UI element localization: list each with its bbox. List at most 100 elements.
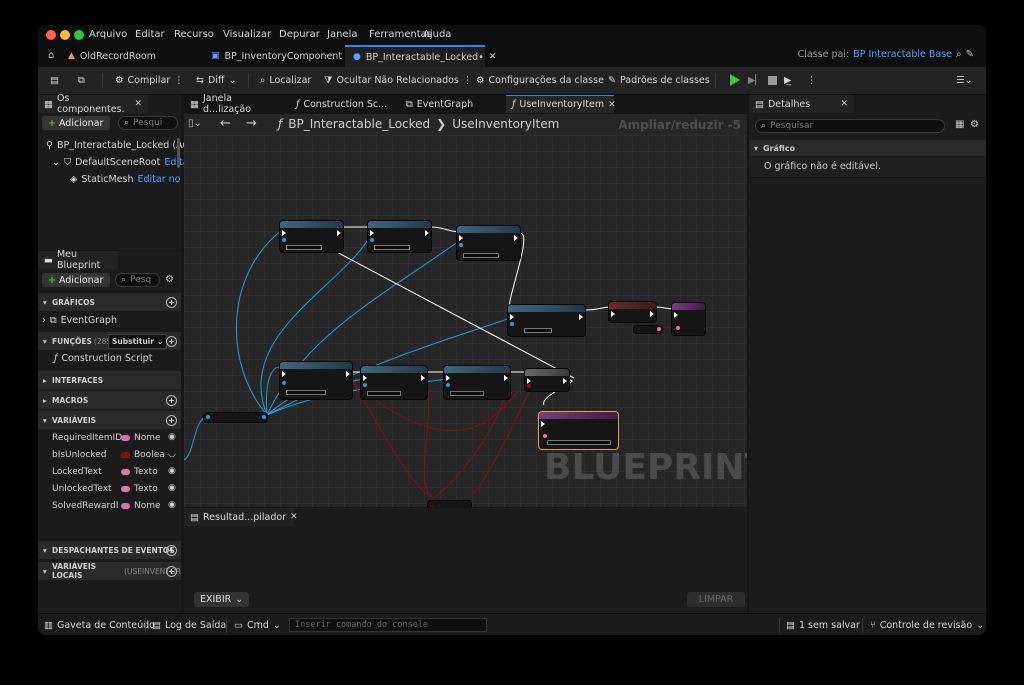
add-dispatcher-icon[interactable]: + bbox=[166, 545, 177, 556]
add-graph-icon[interactable]: + bbox=[166, 297, 177, 308]
hide-unrelated-button[interactable]: ⧩ Ocultar Não Relacionados ⋮ bbox=[324, 72, 472, 89]
menu-arquivo[interactable]: Arquivo bbox=[89, 29, 127, 40]
cmd-dropdown[interactable]: ▭ Cmd ⌄ bbox=[234, 618, 281, 632]
graph-node[interactable] bbox=[204, 413, 267, 422]
graph-section-header[interactable]: ▾ Gráfico bbox=[749, 140, 986, 156]
variable-row[interactable]: UnlockedText Texto ◉ bbox=[38, 481, 181, 498]
close-window-icon[interactable] bbox=[46, 30, 56, 40]
clear-button[interactable]: LIMPAR bbox=[687, 592, 745, 607]
more-options-icon[interactable]: ⋮ bbox=[807, 72, 817, 89]
menu-janela[interactable]: Janela bbox=[327, 29, 357, 40]
component-defaultsceneroot[interactable]: ⌄ ⛉ DefaultSceneRoot Editar bbox=[52, 155, 192, 170]
edit-link[interactable]: Editar no B bbox=[138, 174, 191, 185]
back-arrow-icon[interactable]: ← bbox=[220, 116, 231, 131]
graph-node[interactable] bbox=[508, 305, 585, 336]
details-tab[interactable]: ▤ Detalhes ✕ bbox=[749, 95, 854, 113]
graph-node[interactable] bbox=[672, 303, 705, 335]
graph-node[interactable] bbox=[361, 366, 427, 399]
close-tab-icon[interactable]: ✕ bbox=[608, 100, 616, 110]
graph-node[interactable] bbox=[609, 302, 656, 322]
component-staticmesh[interactable]: ◈ StaticMesh Editar no B bbox=[70, 172, 190, 187]
menu-editar[interactable]: Editar bbox=[135, 29, 165, 40]
eye-icon[interactable]: ◉ bbox=[168, 483, 176, 493]
compile-button[interactable]: ⚙ Compilar ⋮ bbox=[115, 72, 184, 89]
unsaved-button[interactable]: ▤ 1 sem salvar bbox=[786, 618, 860, 632]
graph-node[interactable] bbox=[280, 362, 352, 399]
graph-options-icon[interactable]: ▯⌄ bbox=[188, 118, 202, 129]
more-options-icon[interactable]: ⋮ bbox=[174, 75, 184, 86]
graph-node[interactable] bbox=[539, 412, 618, 449]
console-input[interactable]: Inserir comando do console bbox=[289, 618, 487, 632]
class-settings-button[interactable]: ⚙ Configurações da classe bbox=[476, 72, 604, 89]
eye-icon[interactable]: ◉ bbox=[168, 466, 176, 476]
add-component-button[interactable]: + Adicionar bbox=[42, 116, 110, 130]
stop-icon[interactable] bbox=[768, 76, 777, 85]
add-member-button[interactable]: + Adicionar bbox=[42, 273, 110, 287]
close-tab-icon[interactable]: ✕ bbox=[290, 512, 298, 522]
tab-bp-interactable-locked[interactable]: ● BP_Interactable_Locked• ✕ bbox=[345, 45, 496, 67]
show-dropdown[interactable]: EXIBIR ⌄ bbox=[194, 592, 250, 607]
variable-row[interactable]: LockedText Texto ◉ bbox=[38, 464, 181, 481]
compiler-results-tab[interactable]: ▤ Resultad...pilador ✕ bbox=[184, 508, 298, 526]
step-icon[interactable]: ▶▏ bbox=[748, 72, 763, 89]
details-search-input[interactable]: ⌕ Pesquisar bbox=[755, 119, 945, 133]
eye-icon[interactable]: ◉ bbox=[168, 432, 176, 442]
graph-node[interactable] bbox=[428, 501, 471, 507]
close-tab-icon[interactable]: ✕ bbox=[134, 99, 142, 109]
components-tab[interactable]: ▦ Os componentes. ✕ bbox=[38, 93, 148, 115]
interfaces-section-header[interactable]: ▸ INTERFACES bbox=[38, 371, 181, 389]
minimize-window-icon[interactable] bbox=[60, 30, 70, 40]
variable-row[interactable]: bIsUnlocked Boolea ◡ bbox=[38, 447, 181, 464]
class-defaults-button[interactable]: ✎ Padrões de classes bbox=[608, 72, 710, 89]
eye-closed-icon[interactable]: ◡ bbox=[168, 449, 176, 459]
close-tab-icon[interactable]: ✕ bbox=[840, 99, 848, 109]
event-graph-item[interactable]: › ⧉ EventGraph bbox=[42, 313, 117, 328]
edit-pencil-icon[interactable]: ✎ bbox=[966, 49, 974, 60]
tab-construction-script[interactable]: ƒ Construction Sc... bbox=[290, 95, 398, 113]
construction-script-item[interactable]: ƒ Construction Script bbox=[54, 351, 152, 366]
my-blueprint-search-input[interactable]: ⌕ Pesq bbox=[115, 273, 160, 287]
add-local-variable-icon[interactable]: + bbox=[166, 566, 177, 577]
my-blueprint-tab[interactable]: ▬ Meu Blueprint bbox=[38, 249, 118, 271]
source-control-button[interactable]: ⑂ Controle de revisão ⌄ bbox=[870, 618, 984, 632]
graphs-section-header[interactable]: ▾ GRÁFICOS + bbox=[38, 293, 181, 311]
parent-class-link[interactable]: BP Interactable Base bbox=[853, 49, 952, 60]
local-variables-section-header[interactable]: ▾ VARIÁVEIS LOCAIS (USEINVENTOR + bbox=[38, 562, 181, 580]
add-macro-icon[interactable]: + bbox=[166, 395, 177, 406]
tab-viewport[interactable]: ▦ Janela d...lização bbox=[184, 93, 288, 115]
more-options-icon[interactable]: ⋮ bbox=[463, 75, 473, 86]
browse-icon[interactable]: ⧉ bbox=[78, 72, 85, 89]
table-view-icon[interactable]: ▦ bbox=[955, 119, 964, 130]
tab-eventgraph[interactable]: ⧉ EventGraph bbox=[400, 95, 504, 113]
dispatchers-section-header[interactable]: ▾ DESPACHANTES DE EVENTOS + bbox=[38, 541, 181, 559]
menu-visualizar[interactable]: Visualizar bbox=[223, 29, 271, 40]
maximize-window-icon[interactable] bbox=[74, 30, 84, 40]
add-function-icon[interactable]: + bbox=[166, 336, 177, 347]
graph-node[interactable] bbox=[444, 366, 510, 399]
graph-canvas[interactable]: BLUEPRINT bbox=[184, 135, 747, 507]
graph-node[interactable] bbox=[280, 221, 343, 252]
tab-oldrecordroom[interactable]: ▲ OldRecordRoom bbox=[60, 45, 200, 67]
close-tab-icon[interactable]: ✕ bbox=[489, 52, 497, 62]
graph-node[interactable] bbox=[457, 226, 520, 260]
components-search-input[interactable]: ⌕ Pesqui bbox=[118, 116, 178, 130]
forward-arrow-icon[interactable]: → bbox=[246, 116, 257, 131]
play-icon[interactable] bbox=[730, 74, 740, 86]
save-icon[interactable]: ▤ bbox=[50, 72, 59, 89]
home-icon[interactable]: ⌂ bbox=[48, 50, 54, 61]
gear-icon[interactable]: ⚙ bbox=[165, 274, 174, 285]
search-icon[interactable]: ⌕ bbox=[956, 49, 962, 60]
content-drawer-button[interactable]: ▥ Gaveta de Conteúdo bbox=[44, 618, 155, 632]
gear-icon[interactable]: ⚙ bbox=[970, 119, 979, 130]
variables-section-header[interactable]: ▾ VARIÁVEIS + bbox=[38, 411, 181, 429]
variable-row[interactable]: RequiredItemID Nome ◉ bbox=[38, 430, 181, 447]
functions-section-header[interactable]: ▾ FUNÇÕES (28SUI Substituir ⌄ + bbox=[38, 332, 181, 350]
menu-depurar[interactable]: Depurar bbox=[279, 29, 320, 40]
add-variable-icon[interactable]: + bbox=[166, 415, 177, 426]
variable-row[interactable]: SolvedRewardIt Nome ◉ bbox=[38, 498, 181, 515]
component-root[interactable]: ⚲ BP_Interactable_Locked (Au bbox=[46, 138, 189, 153]
tab-bp-inventorycomponent[interactable]: ▣ BP_InventoryComponent bbox=[203, 45, 343, 67]
override-dropdown[interactable]: Substituir ⌄ bbox=[108, 334, 168, 349]
scrollbar[interactable] bbox=[177, 138, 180, 168]
macros-section-header[interactable]: ▸ MACROS + bbox=[38, 391, 181, 409]
